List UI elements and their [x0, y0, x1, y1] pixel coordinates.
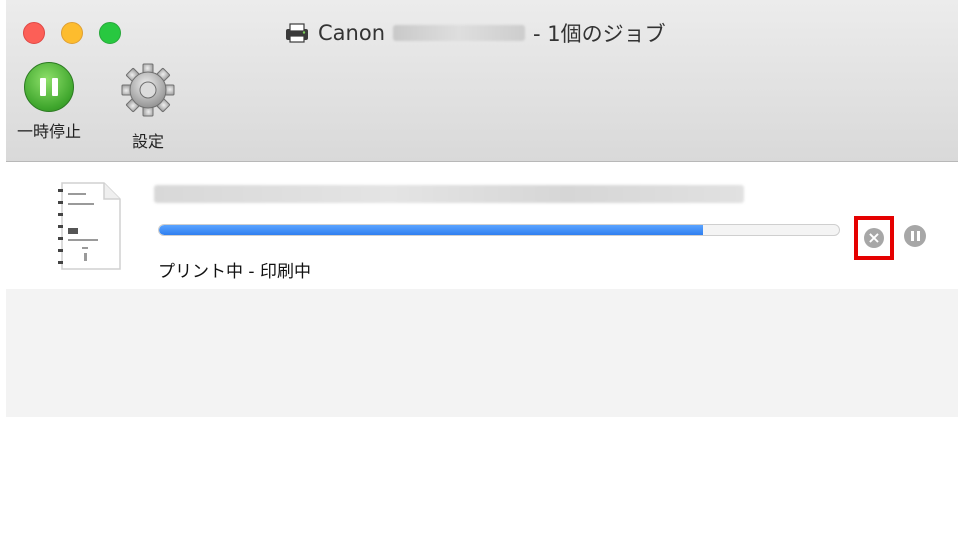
- pause-printer-label: 一時停止: [17, 122, 82, 141]
- window-title-job-count: - 1個のジョブ: [533, 22, 666, 46]
- redacted-model-name: [393, 25, 525, 41]
- redacted-document-name: [154, 185, 744, 203]
- pause-icon: [24, 62, 74, 112]
- cancel-job-button[interactable]: ×: [854, 216, 894, 260]
- print-queue-window: Canon - 1個のジョブ 一時停止 設定 プリント中 - 印刷中 ×: [6, 0, 958, 547]
- cancel-icon: ×: [864, 228, 884, 248]
- print-progress-fill: [159, 225, 703, 235]
- settings-label: 設定: [131, 132, 164, 151]
- titlebar: Canon - 1個のジョブ 一時停止 設定: [6, 0, 958, 162]
- pause-printer-button[interactable]: 一時停止: [17, 62, 82, 142]
- minimize-window-button[interactable]: [61, 22, 83, 44]
- job-status-text: プリント中 - 印刷中: [158, 262, 311, 282]
- gear-icon: [120, 62, 176, 122]
- document-icon: [54, 181, 124, 271]
- print-job-row[interactable]: プリント中 - 印刷中 ×: [6, 163, 958, 289]
- window-title: Canon - 1個のジョブ: [284, 18, 666, 48]
- printer-icon: [284, 22, 310, 44]
- close-window-button[interactable]: [23, 22, 45, 44]
- window-title-printer-name: Canon: [318, 21, 385, 45]
- pause-job-button[interactable]: [904, 225, 926, 247]
- empty-queue-row: [6, 289, 958, 417]
- pause-icon: [910, 231, 914, 241]
- print-progress-bar: [158, 224, 840, 236]
- zoom-window-button[interactable]: [99, 22, 121, 44]
- settings-button[interactable]: 設定: [116, 62, 180, 152]
